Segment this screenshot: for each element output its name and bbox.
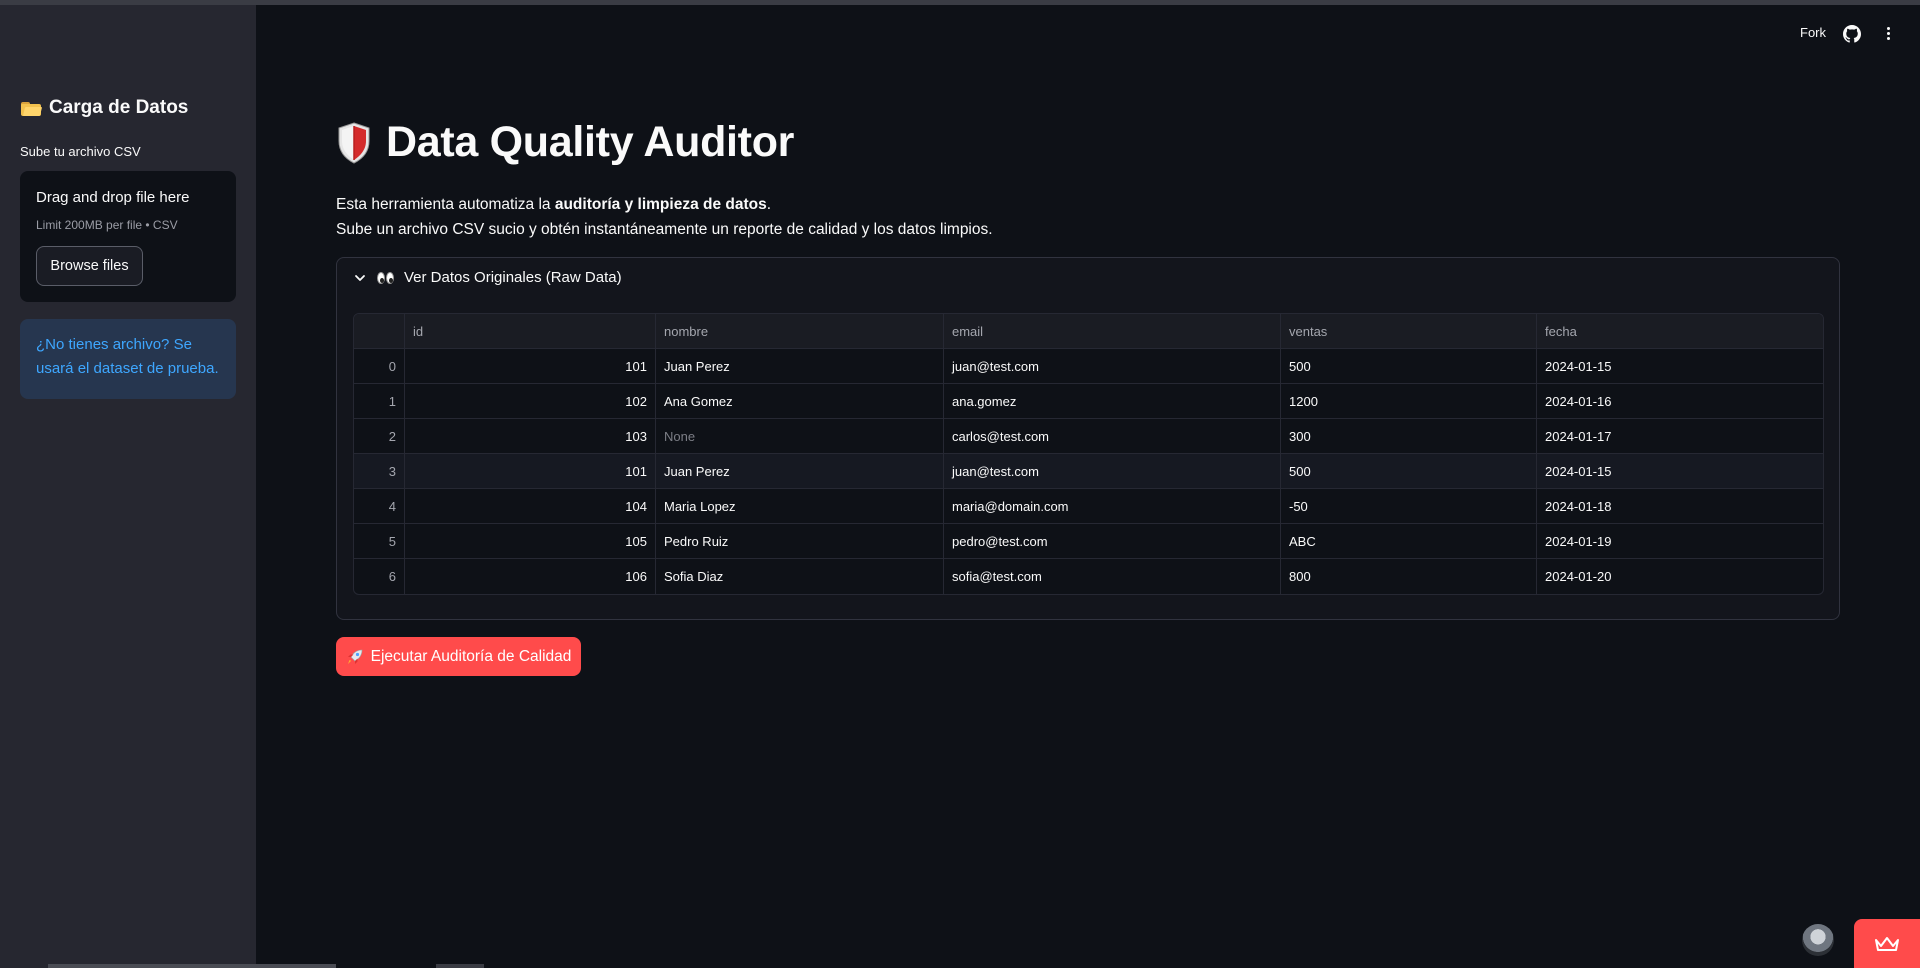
description-line-1: Esta herramienta automatiza la auditoría…	[336, 196, 772, 213]
data-table[interactable]: id nombre email ventas fecha 0 101 Juan …	[353, 313, 1824, 595]
page-title: Data Quality Auditor	[336, 118, 794, 167]
dropzone-limit: Limit 200MB per file • CSV	[36, 218, 178, 232]
table-cell[interactable]: 4	[354, 489, 405, 524]
table-cell[interactable]: Pedro Ruiz	[656, 524, 944, 559]
table-cell[interactable]: 300	[1281, 419, 1537, 454]
github-icon[interactable]	[1843, 25, 1861, 43]
table-cell[interactable]: 1200	[1281, 384, 1537, 419]
table-cell[interactable]: 2024-01-15	[1537, 454, 1823, 489]
page-title-text: Data Quality Auditor	[386, 118, 795, 166]
table-cell[interactable]: Juan Perez	[656, 349, 944, 384]
table-cell[interactable]: 102	[405, 384, 656, 419]
dropzone-title: Drag and drop file here	[36, 189, 190, 206]
table-cell[interactable]: 2024-01-16	[1537, 384, 1823, 419]
table-cell[interactable]: sofia@test.com	[944, 559, 1281, 594]
table-cell[interactable]: 101	[405, 454, 656, 489]
column-header-id[interactable]: id	[405, 314, 656, 349]
table-cell[interactable]: 800	[1281, 559, 1537, 594]
scrollbar-thumb[interactable]	[436, 964, 484, 968]
table-cell[interactable]: 2024-01-20	[1537, 559, 1823, 594]
description-line-2: Sube un archivo CSV sucio y obtén instan…	[336, 221, 993, 238]
browse-files-button[interactable]: Browse files	[36, 246, 143, 286]
folder-icon	[21, 101, 43, 116]
crown-icon	[1875, 936, 1899, 951]
expander-label: Ver Datos Originales (Raw Data)	[404, 269, 622, 286]
column-header-fecha[interactable]: fecha	[1537, 314, 1823, 349]
table-cell[interactable]: carlos@test.com	[944, 419, 1281, 454]
table-cell[interactable]: 106	[405, 559, 656, 594]
sidebar-title: Carga de Datos	[21, 97, 188, 119]
table-row: 6 106 Sofia Diaz sofia@test.com 800 2024…	[354, 559, 1823, 594]
column-header-ventas[interactable]: ventas	[1281, 314, 1537, 349]
table-row: 3 101 Juan Perez juan@test.com 500 2024-…	[354, 454, 1823, 489]
description: Esta herramienta automatiza la auditoría…	[336, 192, 993, 242]
kebab-menu-icon[interactable]	[1881, 25, 1895, 43]
upload-label: Sube tu archivo CSV	[20, 144, 141, 159]
table-cell[interactable]: 500	[1281, 349, 1537, 384]
table-cell[interactable]: 2	[354, 419, 405, 454]
column-header-index[interactable]	[354, 314, 405, 349]
table-cell[interactable]: 500	[1281, 454, 1537, 489]
table-row: 4 104 Maria Lopez maria@domain.com -50 2…	[354, 489, 1823, 524]
table-row: 5 105 Pedro Ruiz pedro@test.com ABC 2024…	[354, 524, 1823, 559]
shield-icon	[338, 121, 370, 164]
table-cell-null[interactable]: None	[656, 419, 944, 454]
column-header-email[interactable]: email	[944, 314, 1281, 349]
table-cell[interactable]: ana.gomez	[944, 384, 1281, 419]
table-cell[interactable]: 6	[354, 559, 405, 594]
table-cell[interactable]: 3	[354, 454, 405, 489]
table-cell[interactable]: 103	[405, 419, 656, 454]
table-cell[interactable]: Sofia Diaz	[656, 559, 944, 594]
sidebar: Carga de Datos Sube tu archivo CSV Drag …	[0, 5, 256, 968]
table-cell[interactable]: 5	[354, 524, 405, 559]
rocket-icon	[347, 649, 362, 664]
table-cell[interactable]: Ana Gomez	[656, 384, 944, 419]
run-audit-button[interactable]: Ejecutar Auditoría de Calidad	[336, 637, 581, 676]
table-cell[interactable]: Maria Lopez	[656, 489, 944, 524]
description-bold: auditoría y limpieza de datos	[554, 196, 767, 213]
table-header-row: id nombre email ventas fecha	[354, 314, 1823, 349]
info-box: ¿No tienes archivo? Se usará el dataset …	[20, 319, 236, 399]
table-cell[interactable]: juan@test.com	[944, 454, 1281, 489]
table-cell[interactable]: 2024-01-18	[1537, 489, 1823, 524]
table-cell[interactable]: 0	[354, 349, 405, 384]
table-row: 2 103 None carlos@test.com 300 2024-01-1…	[354, 419, 1823, 454]
horizontal-scrollbar[interactable]	[48, 964, 336, 968]
table-cell[interactable]: 104	[405, 489, 656, 524]
chevron-down-icon	[355, 274, 365, 281]
run-audit-label: Ejecutar Auditoría de Calidad	[370, 647, 572, 665]
table-cell[interactable]: ABC	[1281, 524, 1537, 559]
table-cell[interactable]: 2024-01-17	[1537, 419, 1823, 454]
raw-data-expander: Ver Datos Originales (Raw Data) id nombr…	[336, 257, 1840, 620]
table-cell[interactable]: maria@domain.com	[944, 489, 1281, 524]
top-bar	[0, 0, 1920, 5]
expander-header[interactable]: Ver Datos Originales (Raw Data)	[337, 258, 1839, 297]
column-header-nombre[interactable]: nombre	[656, 314, 944, 349]
table-cell[interactable]: 101	[405, 349, 656, 384]
fork-link[interactable]: Fork	[1800, 25, 1826, 40]
avatar[interactable]	[1802, 924, 1834, 956]
table-cell[interactable]: 2024-01-19	[1537, 524, 1823, 559]
table-cell[interactable]: pedro@test.com	[944, 524, 1281, 559]
table-row: 1 102 Ana Gomez ana.gomez 1200 2024-01-1…	[354, 384, 1823, 419]
table-cell[interactable]: 105	[405, 524, 656, 559]
table-cell[interactable]: 1	[354, 384, 405, 419]
table-row: 0 101 Juan Perez juan@test.com 500 2024-…	[354, 349, 1823, 384]
table-cell[interactable]: juan@test.com	[944, 349, 1281, 384]
sidebar-title-text: Carga de Datos	[49, 97, 189, 118]
table-cell[interactable]: Juan Perez	[656, 454, 944, 489]
table-cell[interactable]: -50	[1281, 489, 1537, 524]
table-cell[interactable]: 2024-01-15	[1537, 349, 1823, 384]
file-dropzone[interactable]: Drag and drop file here Limit 200MB per …	[20, 171, 236, 302]
streamlit-badge[interactable]	[1854, 919, 1920, 968]
eyes-icon	[377, 271, 394, 284]
